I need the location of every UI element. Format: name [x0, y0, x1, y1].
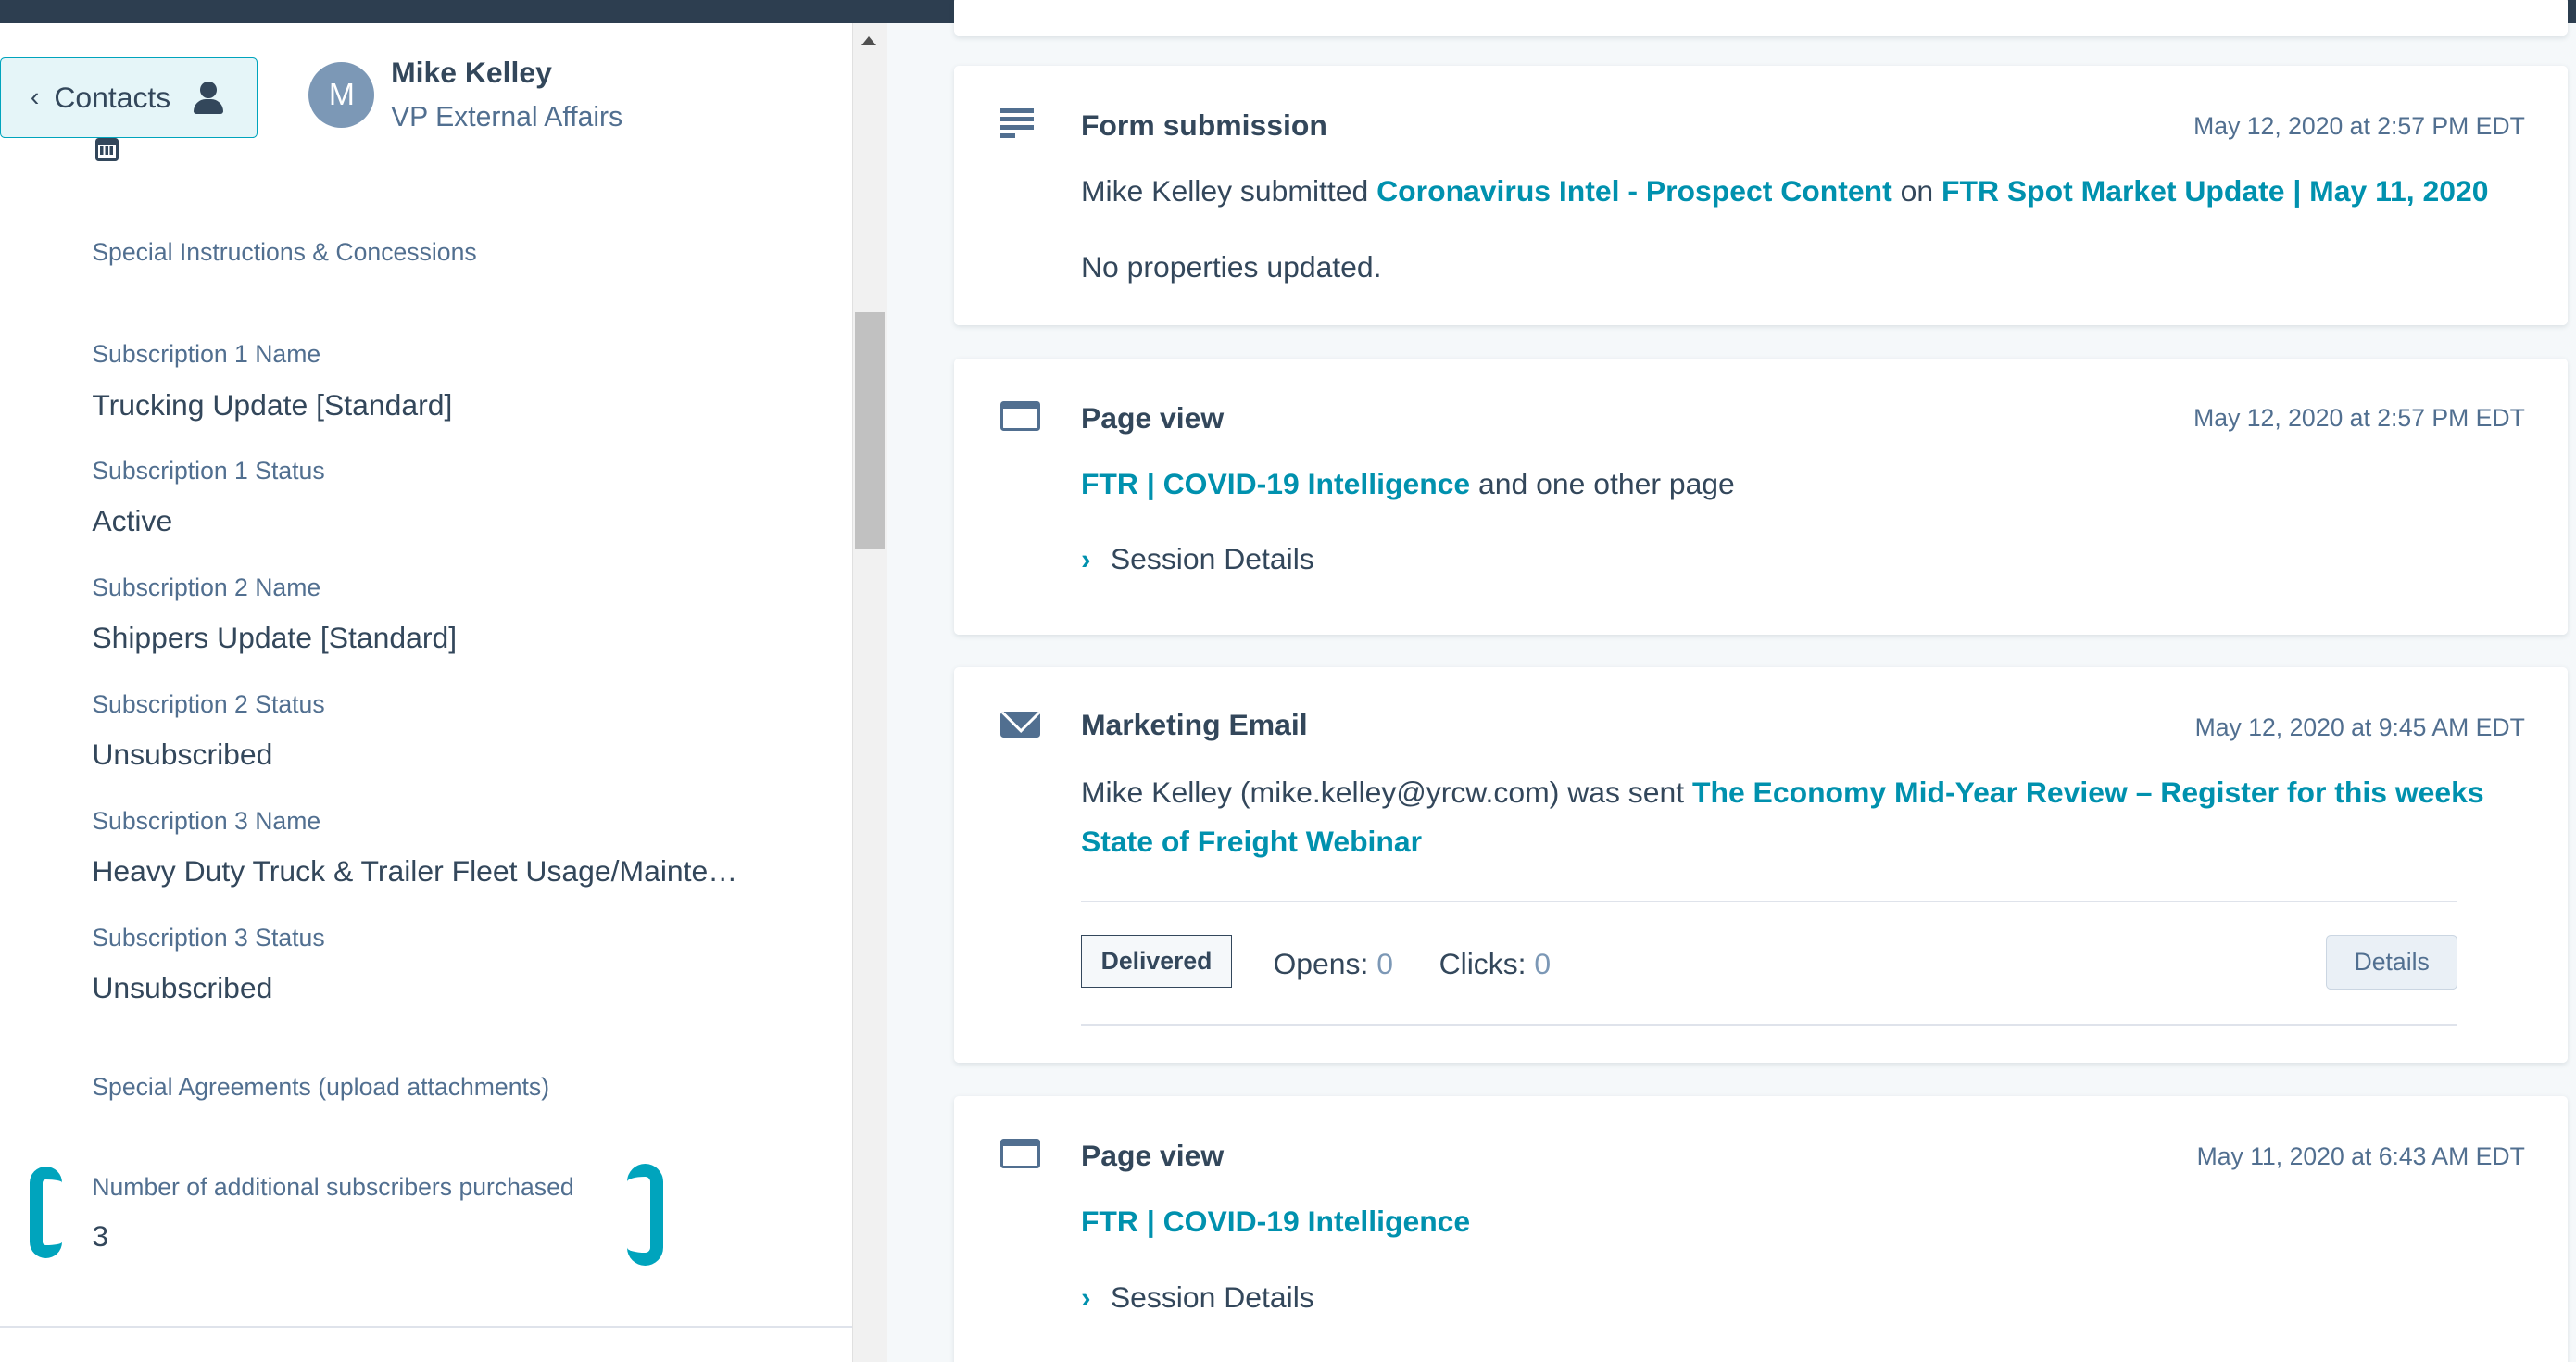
previous-activity-card [954, 0, 2568, 37]
opens-label: Opens: [1273, 946, 1369, 980]
activity-description: Mike Kelley submitted Coronavirus Intel … [1081, 174, 2489, 208]
sub1-name-value[interactable]: Trucking Update [Standard] [92, 388, 452, 422]
opens-count: 0 [1376, 946, 1393, 980]
annotation-bracket-right [627, 1163, 664, 1266]
section-divider [0, 1326, 853, 1328]
session-details-toggle[interactable]: › Session Details [1081, 542, 1314, 576]
additional-subscribers-label: Number of additional subscribers purchas… [92, 1173, 574, 1202]
page-link[interactable]: FTR Spot Market Update | May 11, 2020 [1941, 174, 2489, 208]
activity-timestamp: May 12, 2020 at 2:57 PM EDT [2193, 111, 2525, 140]
sidebar-scrollbar[interactable] [852, 22, 887, 1362]
contact-person-icon [194, 81, 223, 115]
contact-name: Mike Kelley [391, 56, 552, 90]
avatar[interactable]: M [308, 62, 375, 129]
sub2-name-value[interactable]: Shippers Update [Standard] [92, 621, 457, 655]
session-details-toggle[interactable]: › Session Details [1081, 1280, 1314, 1315]
activity-timestamp: May 12, 2020 at 9:45 AM EDT [2194, 713, 2525, 741]
form-actor-text: Mike Kelley submitted [1080, 173, 1377, 208]
sub1-status-value[interactable]: Active [92, 504, 172, 538]
page-link[interactable]: FTR | COVID-19 Intelligence [1081, 467, 1470, 500]
page-link[interactable]: FTR | COVID-19 Intelligence [1081, 1204, 1470, 1238]
chevron-right-icon: › [1080, 542, 1091, 576]
activity-card-form-submission: Form submission May 12, 2020 at 2:57 PM … [954, 65, 2568, 326]
other-pages-text: and one other page [1470, 466, 1735, 500]
special-instructions-label[interactable]: Special Instructions & Concessions [92, 238, 476, 267]
browser-page-icon [1000, 400, 1040, 431]
sub2-status-value[interactable]: Unsubscribed [92, 738, 272, 772]
on-text: on [1891, 173, 1941, 208]
activity-note: No properties updated. [1080, 249, 1382, 284]
sub2-status-label: Subscription 2 Status [92, 689, 325, 718]
email-stats-divider [1080, 900, 2458, 902]
activity-card-page-view: Page view May 12, 2020 at 2:57 PM EDT FT… [954, 358, 2568, 635]
activity-card-page-view: Page view May 11, 2020 at 6:43 AM EDT FT… [954, 1095, 2568, 1362]
clicks-label: Clicks: [1439, 946, 1527, 980]
session-details-label: Session Details [1110, 1280, 1314, 1314]
chevron-right-icon: › [1080, 1280, 1091, 1314]
activity-title[interactable]: Form submission [1081, 108, 1327, 143]
activity-timestamp: May 12, 2020 at 2:57 PM EDT [2193, 404, 2525, 433]
activity-description: FTR | COVID-19 Intelligence [1081, 1204, 1470, 1239]
contact-sidebar: ‹ Contacts M Mike Kelley VP External Aff… [0, 22, 853, 1362]
opens-stat: Opens: 0 [1273, 947, 1393, 981]
activity-title[interactable]: Page view [1081, 1139, 1224, 1173]
contact-job-title: VP External Affairs [391, 101, 623, 132]
sub1-name-label: Subscription 1 Name [92, 340, 321, 369]
envelope-icon [1000, 711, 1040, 738]
activity-title[interactable]: Marketing Email [1081, 708, 1308, 742]
activity-description: FTR | COVID-19 Intelligence and one othe… [1081, 467, 1735, 501]
scrollbar-thumb[interactable] [855, 311, 886, 549]
additional-subscribers-value[interactable]: 3 [92, 1219, 108, 1254]
form-icon [1000, 108, 1034, 141]
status-badge: Delivered [1080, 935, 1233, 988]
clicks-stat: Clicks: 0 [1439, 947, 1552, 981]
scroll-up-arrow-icon[interactable] [861, 36, 877, 46]
header-divider [0, 169, 853, 171]
back-label: Contacts [54, 81, 171, 114]
sub3-name-label: Subscription 3 Name [92, 806, 321, 835]
special-agreements-label[interactable]: Special Agreements (upload attachments) [92, 1073, 549, 1102]
activity-description: Mike Kelley (mike.kelley@yrcw.com) was s… [1081, 776, 2484, 810]
activity-timestamp: May 11, 2020 at 6:43 AM EDT [2196, 1141, 2525, 1170]
activity-card-marketing-email: Marketing Email May 12, 2020 at 9:45 AM … [954, 667, 2568, 1064]
activity-title[interactable]: Page view [1081, 401, 1224, 435]
session-details-label: Session Details [1110, 542, 1314, 576]
annotation-bracket-left [29, 1167, 63, 1259]
sub1-status-label: Subscription 1 Status [92, 457, 325, 486]
email-recipient-text: Mike Kelley (mike.kelley@yrcw.com) was s… [1080, 776, 1692, 810]
sub2-name-label: Subscription 2 Name [92, 573, 321, 601]
back-to-contacts-button[interactable]: ‹ Contacts [0, 57, 258, 138]
sub3-status-value[interactable]: Unsubscribed [92, 971, 272, 1005]
sub3-name-value[interactable]: Heavy Duty Truck & Trailer Fleet Usage/M… [92, 854, 737, 889]
email-link-continued[interactable]: State of Freight Webinar [1081, 825, 1422, 858]
browser-page-icon [1000, 1139, 1040, 1168]
email-stats-divider-bottom [1080, 1023, 2458, 1026]
clicks-count: 0 [1534, 946, 1552, 980]
sub3-status-label: Subscription 3 Status [92, 923, 325, 952]
form-link[interactable]: Coronavirus Intel - Prospect Content [1376, 174, 1892, 208]
email-link[interactable]: The Economy Mid-Year Review – Register f… [1692, 776, 2484, 809]
calendar-icon[interactable] [94, 137, 119, 161]
chevron-left-icon: ‹ [30, 82, 40, 112]
activity-description-cont: State of Freight Webinar [1081, 825, 1422, 859]
details-button[interactable]: Details [2326, 935, 2458, 990]
